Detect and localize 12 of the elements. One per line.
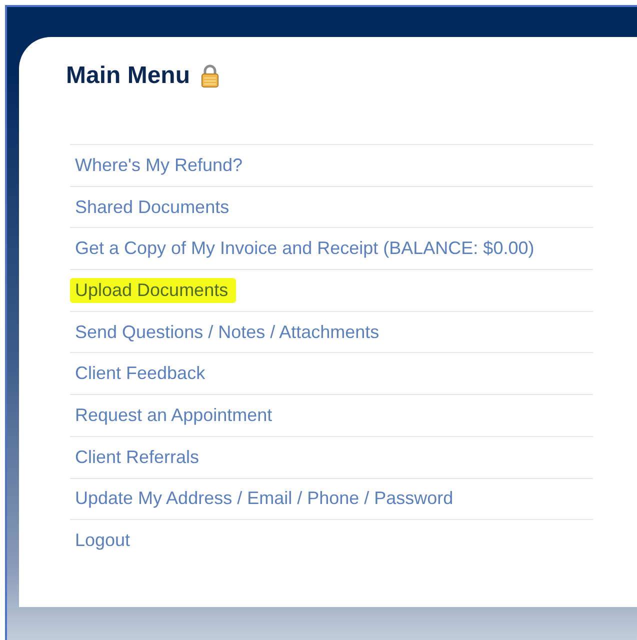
menu-link[interactable]: Request an Appointment [75,404,272,426]
menu-link[interactable]: Upload Documents [70,278,236,303]
menu-link[interactable]: Logout [75,530,130,552]
menu-link[interactable]: Client Referrals [75,446,200,468]
menu-link[interactable]: Shared Documents [75,196,230,218]
page-title: Main Menu [66,62,190,90]
menu-link[interactable]: Get a Copy of My Invoice and Receipt (BALANCE: $0.00) [75,238,534,260]
menu-link[interactable]: Client Feedback [75,363,206,384]
menu-link[interactable]: Send Questions / Notes / Attachments [75,322,380,343]
menu-link[interactable]: Update My Address / Email / Phone / Password [75,488,454,510]
padlock-icon [200,64,220,88]
menu-link[interactable]: Where's My Refund? [75,154,243,176]
